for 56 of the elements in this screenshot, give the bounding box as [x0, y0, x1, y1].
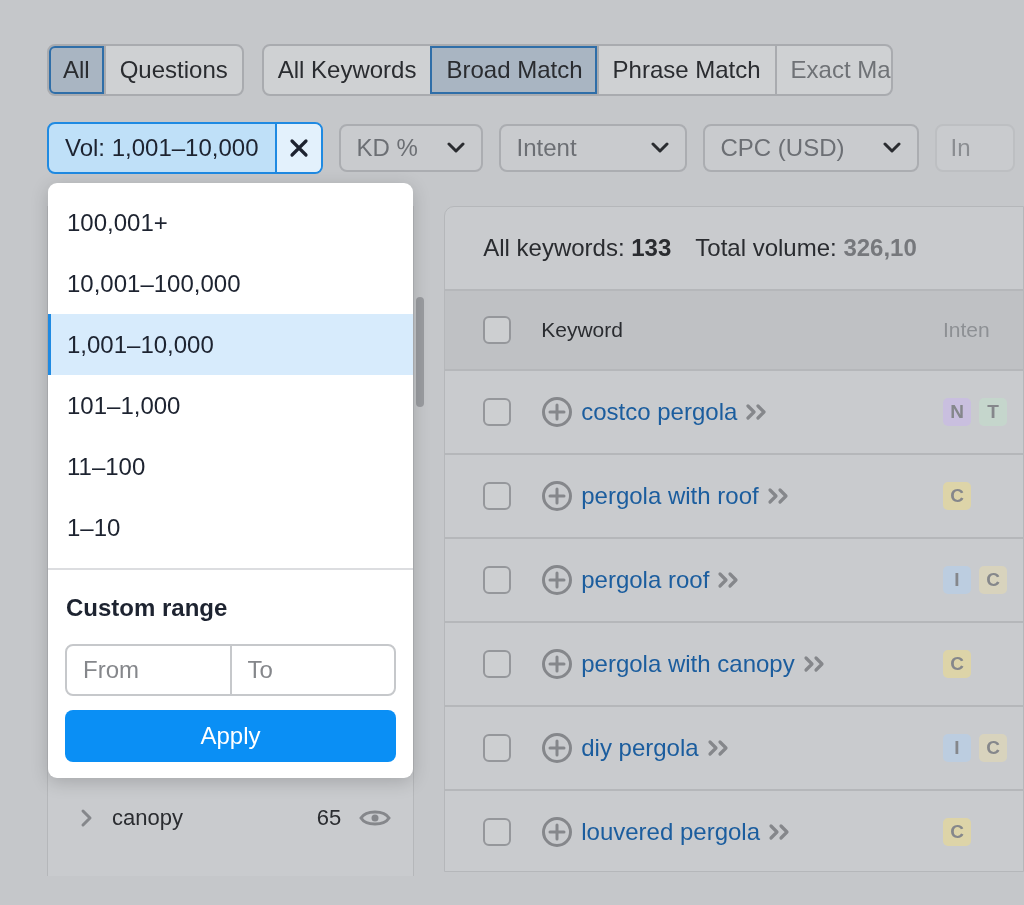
menu-option[interactable]: 100,001+: [48, 192, 413, 253]
intent-badge: C: [943, 818, 971, 846]
close-icon: [288, 138, 309, 158]
keyword-link[interactable]: pergola with roof: [581, 482, 759, 510]
add-circle-icon: [541, 732, 574, 764]
checkbox[interactable]: [483, 734, 512, 762]
add-circle-icon: [541, 564, 574, 596]
intent-badge: C: [979, 566, 1007, 594]
intent-badge: N: [943, 398, 971, 426]
keyword-link[interactable]: pergola roof: [581, 566, 710, 594]
keyword-link[interactable]: louvered pergola: [581, 818, 760, 846]
chevron-down-icon: [446, 142, 465, 154]
summary-stat: All keywords: 133: [483, 234, 672, 262]
intent-badge: I: [943, 566, 971, 594]
tab[interactable]: All: [49, 46, 104, 94]
add-circle-icon: [541, 648, 574, 680]
section-title: Custom range: [66, 594, 229, 622]
menu-option[interactable]: 101–1,000: [48, 375, 413, 436]
checkbox[interactable]: [483, 650, 512, 678]
keyword-link[interactable]: costco pergola: [581, 398, 738, 426]
chevron-right-icon: [80, 808, 94, 828]
keyword-link[interactable]: diy pergola: [581, 734, 699, 762]
add-circle-icon: [541, 816, 574, 848]
intent-badge: C: [943, 650, 971, 678]
menu-option[interactable]: 10,001–100,000: [48, 253, 413, 314]
summary-stat: Total volume: 326,10: [695, 234, 917, 262]
intent-badge: T: [979, 398, 1007, 426]
menu-option[interactable]: 1–10: [48, 497, 413, 558]
intent-badge: C: [943, 482, 971, 510]
menu-option[interactable]: 1,001–10,000: [48, 314, 413, 375]
column-header[interactable]: Keyword: [541, 318, 623, 342]
clear-filter-button[interactable]: [274, 124, 321, 172]
scrollbar-thumb[interactable]: [416, 297, 424, 407]
checkbox[interactable]: [483, 316, 512, 344]
tab[interactable]: Phrase Match: [596, 46, 775, 94]
keyword-link[interactable]: pergola with canopy: [581, 650, 795, 678]
add-circle-icon: [541, 480, 574, 512]
chevron-down-icon: [882, 142, 901, 154]
intent-badge: C: [979, 734, 1007, 762]
group-count: 65: [316, 805, 342, 831]
group-label[interactable]: canopy: [112, 805, 299, 831]
checkbox[interactable]: [483, 818, 512, 846]
checkbox[interactable]: [483, 566, 512, 594]
from-field[interactable]: From: [65, 644, 232, 696]
tab[interactable]: Broad Match: [430, 46, 597, 94]
tab[interactable]: Questions: [103, 46, 242, 94]
volume-filter-chip[interactable]: Vol: 1,001–10,000: [47, 122, 323, 174]
checkbox[interactable]: [483, 482, 512, 510]
intent-badge: I: [943, 734, 971, 762]
chevron-down-icon: [650, 142, 669, 154]
filter-label: Vol: 1,001–10,000: [64, 133, 260, 163]
add-circle-icon: [541, 396, 574, 428]
menu-option[interactable]: 11–100: [48, 436, 413, 497]
checkbox[interactable]: [483, 398, 512, 426]
tab[interactable]: All Keywords: [263, 46, 431, 94]
to-field[interactable]: To: [229, 644, 396, 696]
